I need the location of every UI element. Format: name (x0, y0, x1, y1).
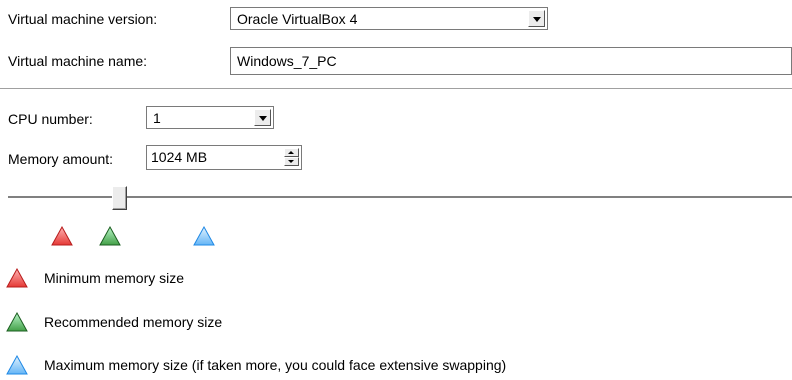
vm-name-value: Windows_7_PC (237, 53, 337, 69)
section-divider (0, 88, 792, 89)
vm-name-label: Virtual machine name: (8, 53, 148, 69)
spin-down-button[interactable] (284, 157, 299, 166)
legend-recommended-label: Recommended memory size (44, 314, 223, 330)
vm-version-select[interactable]: Oracle VirtualBox 4 (230, 7, 548, 30)
legend-minimum-label: Minimum memory size (44, 270, 185, 286)
spin-up-button[interactable] (284, 148, 299, 157)
cpu-number-value: 1 (153, 110, 161, 126)
red-triangle-icon (6, 268, 28, 288)
cpu-number-select[interactable]: 1 (146, 106, 274, 129)
chevron-down-icon[interactable] (528, 10, 545, 27)
green-triangle-icon (99, 226, 121, 246)
red-triangle-icon (51, 226, 73, 246)
memory-slider-thumb[interactable] (112, 186, 127, 210)
blue-triangle-icon (6, 355, 28, 375)
green-triangle-icon (6, 312, 28, 332)
vm-version-label: Virtual machine version: (8, 11, 158, 27)
cpu-number-label: CPU number: (8, 111, 93, 127)
memory-amount-value: 1024 MB (151, 149, 208, 165)
vm-name-field[interactable]: Windows_7_PC (230, 47, 792, 75)
vm-version-value: Oracle VirtualBox 4 (237, 11, 358, 27)
chevron-down-icon[interactable] (254, 109, 271, 126)
memory-amount-label: Memory amount: (8, 151, 114, 167)
spin-updown-icon[interactable] (284, 148, 299, 166)
blue-triangle-icon (193, 226, 215, 246)
legend-maximum-label: Maximum memory size (if taken more, you … (44, 357, 507, 373)
memory-amount-stepper[interactable]: 1024 MB (146, 145, 302, 170)
